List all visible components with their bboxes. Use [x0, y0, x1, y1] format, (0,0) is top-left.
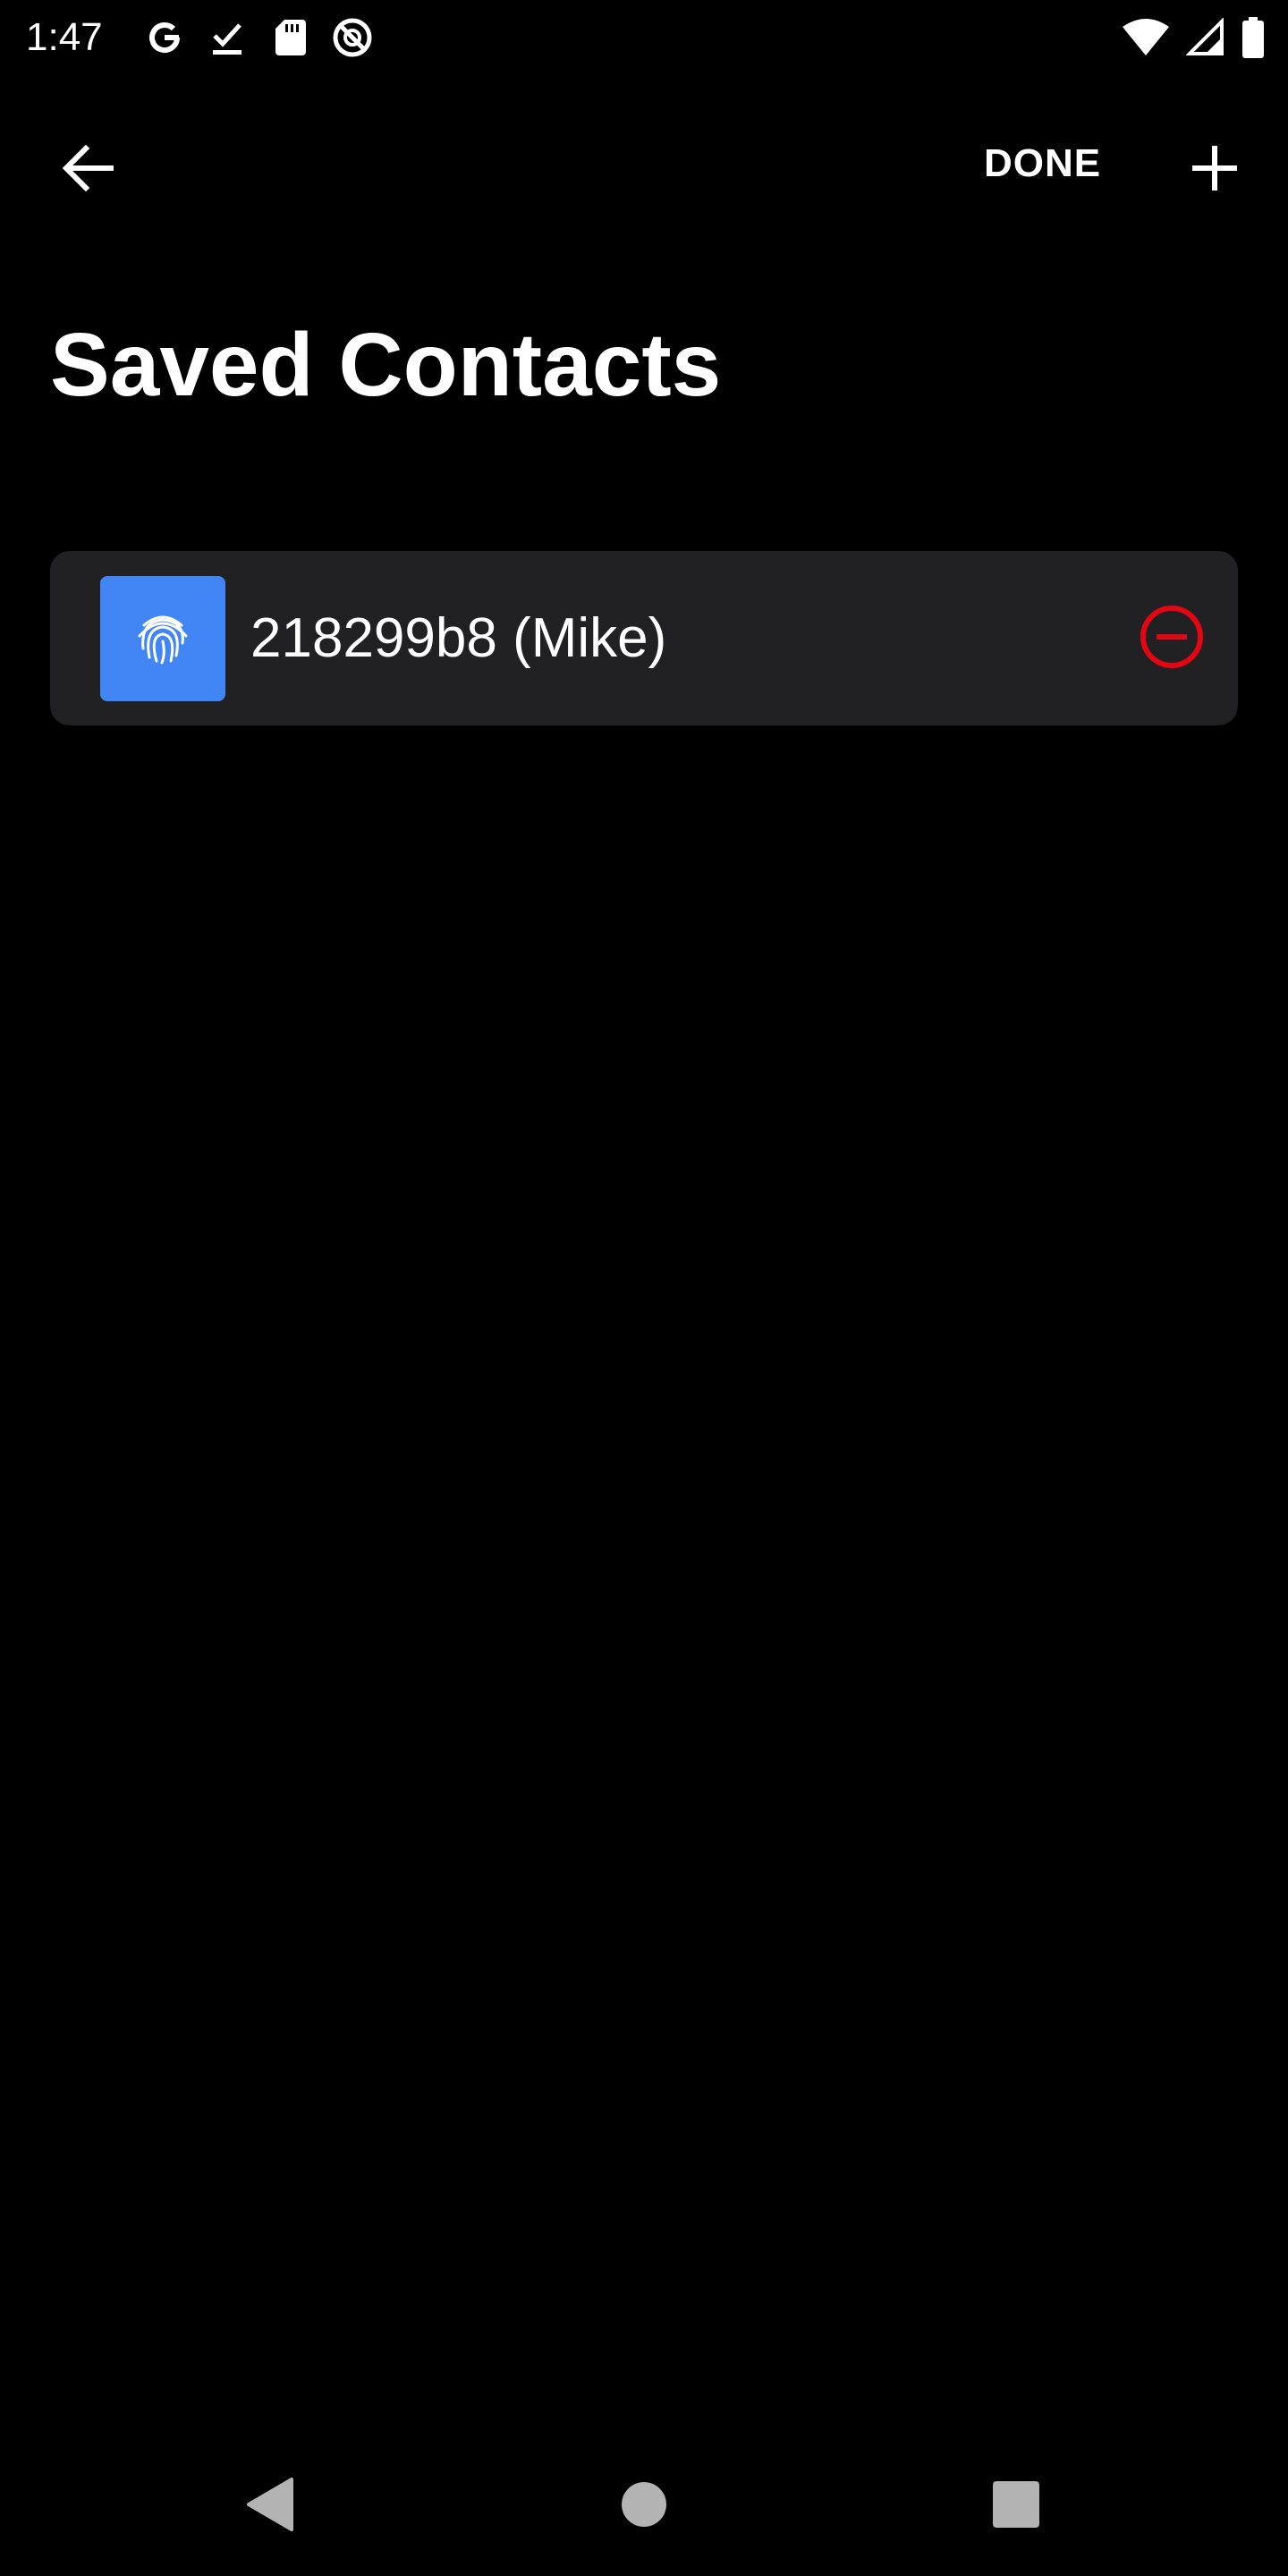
contact-avatar: [100, 576, 225, 701]
nav-home-icon: [620, 2480, 668, 2533]
no-disturb-icon: [331, 16, 374, 59]
remove-contact-button[interactable]: [1136, 603, 1208, 674]
contact-name: 218299b8 (Mike): [250, 607, 667, 669]
status-time: 1:47: [26, 15, 103, 59]
download-done-icon: [206, 16, 249, 59]
nav-home-button[interactable]: [608, 2470, 680, 2542]
nav-back-icon: [243, 2476, 297, 2538]
sd-card-icon: [268, 16, 311, 59]
google-icon: [143, 16, 186, 59]
nav-back-button[interactable]: [234, 2470, 306, 2542]
system-navigation-bar: [0, 2438, 1288, 2576]
signal-icon: [1186, 16, 1225, 59]
status-bar: 1:47: [0, 0, 1288, 75]
contact-list-item[interactable]: 218299b8 (Mike): [50, 551, 1238, 725]
app-bar: DONE: [0, 107, 1288, 218]
remove-circle-icon: [1139, 604, 1205, 674]
done-button[interactable]: DONE: [966, 134, 1119, 193]
nav-recents-button[interactable]: [980, 2470, 1052, 2542]
page-title: Saved Contacts: [50, 315, 722, 415]
back-button[interactable]: [45, 127, 131, 213]
plus-icon: [1189, 142, 1241, 199]
arrow-back-icon: [59, 140, 116, 201]
fingerprint-icon: [131, 606, 194, 673]
add-contact-button[interactable]: [1172, 127, 1258, 213]
wifi-icon: [1122, 16, 1170, 59]
status-system-icons: [1122, 16, 1265, 59]
status-notification-icons: [143, 16, 374, 59]
battery-icon: [1241, 16, 1265, 59]
nav-recents-icon: [992, 2480, 1040, 2533]
